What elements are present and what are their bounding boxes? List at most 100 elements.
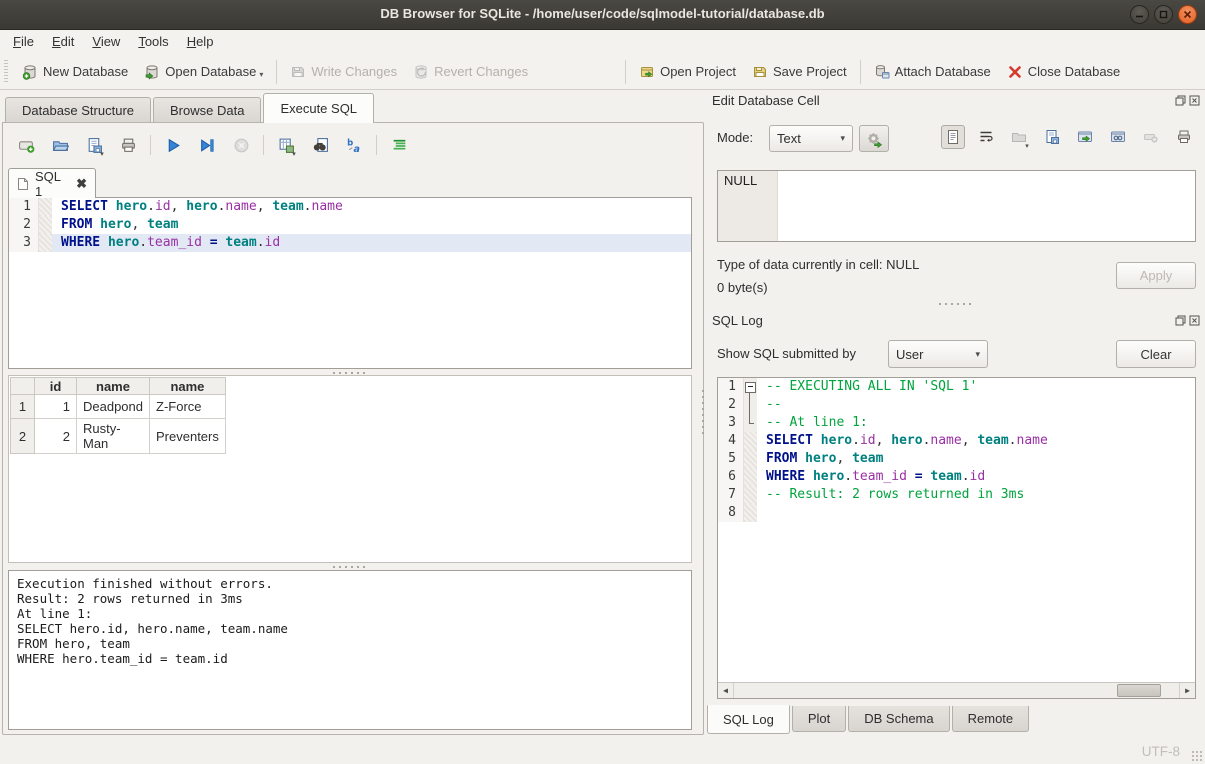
format-sql-button[interactable] xyxy=(387,133,411,157)
revert-changes-button[interactable]: Revert Changes xyxy=(405,59,536,85)
close-database-button[interactable]: Close Database xyxy=(999,59,1129,85)
code-line[interactable]: 3WHERE hero.team_id = team.id xyxy=(9,234,691,252)
horizontal-scrollbar[interactable]: ◀ ▶ xyxy=(718,682,1195,698)
menu-view[interactable]: View xyxy=(83,30,129,54)
menu-help[interactable]: Help xyxy=(178,30,223,54)
vertical-splitter[interactable] xyxy=(699,90,707,740)
line-number: 5 xyxy=(718,450,744,468)
link-button[interactable] xyxy=(1106,125,1130,149)
new-tab-button[interactable] xyxy=(14,133,38,157)
open-sql-file-button[interactable] xyxy=(48,133,72,157)
code-line[interactable]: 8 xyxy=(718,504,1195,522)
execute-line-button[interactable] xyxy=(195,133,219,157)
sql-editor-tab[interactable]: SQL 1 ✖ xyxy=(8,168,96,198)
clear-log-button[interactable]: Clear xyxy=(1116,340,1196,368)
scroll-left-icon[interactable]: ◀ xyxy=(718,683,734,698)
close-tab-icon[interactable]: ✖ xyxy=(76,176,87,192)
code-line[interactable]: 1SELECT hero.id, hero.name, team.name xyxy=(9,198,691,216)
set-null-button[interactable] xyxy=(1139,125,1163,149)
corner-header[interactable] xyxy=(11,378,35,395)
execution-message-area[interactable]: Execution finished without errors. Resul… xyxy=(8,570,692,730)
tab-database-structure[interactable]: Database Structure xyxy=(5,97,151,123)
close-button[interactable] xyxy=(1178,5,1197,24)
sql-log-editor[interactable]: 1-- EXECUTING ALL IN 'SQL 1'2--3-- At li… xyxy=(717,377,1196,699)
log-filter-select[interactable]: User▾ xyxy=(888,340,988,368)
tab-execute-sql[interactable]: Execute SQL xyxy=(263,93,374,123)
code-line[interactable]: 4SELECT hero.id, hero.name, team.name xyxy=(718,432,1195,450)
sql-editor[interactable]: 1SELECT hero.id, hero.name, team.name2FR… xyxy=(8,197,692,369)
horizontal-splitter[interactable] xyxy=(707,300,1205,307)
tab-db-schema[interactable]: DB Schema xyxy=(848,706,949,732)
open-database-button[interactable]: Open Database ▾ xyxy=(136,59,271,85)
fold-toggle-icon[interactable] xyxy=(744,378,757,396)
line-number: 2 xyxy=(9,216,39,234)
code-line[interactable]: 1-- EXECUTING ALL IN 'SQL 1' xyxy=(718,378,1195,396)
table-cell[interactable]: Rusty-Man xyxy=(77,419,150,454)
stop-button[interactable] xyxy=(229,133,253,157)
tab-plot[interactable]: Plot xyxy=(792,706,846,732)
fold-margin xyxy=(744,432,757,450)
tab-browse-data[interactable]: Browse Data xyxy=(153,97,261,123)
mode-select[interactable]: Text▾ xyxy=(769,125,853,152)
export-csv-button[interactable]: ▾ xyxy=(274,133,298,157)
cell-value-editor[interactable]: NULL xyxy=(717,170,1196,242)
table-cell[interactable]: Z-Force xyxy=(150,395,226,419)
open-project-button[interactable]: Open Project xyxy=(631,59,744,85)
apply-mode-button[interactable] xyxy=(859,125,889,152)
maximize-button[interactable] xyxy=(1154,5,1173,24)
code-line[interactable]: 5FROM hero, team xyxy=(718,450,1195,468)
column-header[interactable]: name xyxy=(77,378,150,395)
float-panel-icon[interactable] xyxy=(1175,315,1186,326)
save-sql-file-button[interactable]: ▾ xyxy=(82,133,106,157)
attach-database-button[interactable]: Attach Database xyxy=(866,59,999,85)
scroll-right-icon[interactable]: ▶ xyxy=(1179,683,1195,698)
word-wrap-button[interactable] xyxy=(974,125,998,149)
database-open-icon xyxy=(144,64,160,80)
scrollbar-track[interactable] xyxy=(734,683,1179,698)
code-line[interactable]: 6WHERE hero.team_id = team.id xyxy=(718,468,1195,486)
menu-file[interactable]: File xyxy=(4,30,43,54)
table-cell[interactable]: Deadpond xyxy=(77,395,150,419)
column-header[interactable]: id xyxy=(35,378,77,395)
row-header[interactable]: 2 xyxy=(11,419,35,454)
letters-ab-button[interactable]: ba xyxy=(342,133,366,157)
import-file-button[interactable]: ▾ xyxy=(1007,125,1031,149)
minimize-button[interactable] xyxy=(1130,5,1149,24)
close-panel-icon[interactable] xyxy=(1189,315,1200,326)
close-panel-icon[interactable] xyxy=(1189,95,1200,106)
apply-button[interactable]: Apply xyxy=(1116,262,1196,289)
code-line[interactable]: 7-- Result: 2 rows returned in 3ms xyxy=(718,486,1195,504)
save-project-button[interactable]: Save Project xyxy=(744,59,855,85)
write-changes-button[interactable]: Write Changes xyxy=(282,59,405,85)
code-line[interactable]: 2FROM hero, team xyxy=(9,216,691,234)
open-in-window-button[interactable] xyxy=(1073,125,1097,149)
database-attach-icon xyxy=(874,64,890,80)
print-button[interactable] xyxy=(116,133,140,157)
resize-grip-icon[interactable] xyxy=(1191,750,1202,761)
menu-tools[interactable]: Tools xyxy=(129,30,177,54)
scrollbar-thumb[interactable] xyxy=(1117,684,1161,697)
table-cell[interactable]: 2 xyxy=(35,419,77,454)
horizontal-splitter[interactable] xyxy=(8,563,692,570)
open-database-dropdown-caret[interactable]: ▾ xyxy=(259,70,263,79)
row-header[interactable]: 1 xyxy=(11,395,35,419)
code-line[interactable]: 2-- xyxy=(718,396,1195,414)
titlebar[interactable]: DB Browser for SQLite - /home/user/code/… xyxy=(0,0,1205,30)
table-cell[interactable]: 1 xyxy=(35,395,77,419)
tab-remote[interactable]: Remote xyxy=(952,706,1030,732)
code-line[interactable]: 3-- At line 1: xyxy=(718,414,1195,432)
execute-all-button[interactable] xyxy=(161,133,185,157)
new-database-button[interactable]: New Database xyxy=(14,59,136,85)
fold-margin xyxy=(39,216,52,234)
table-cell[interactable]: Preventers xyxy=(150,419,226,454)
mode-label: Mode: xyxy=(717,130,753,145)
toolbar-drag-handle[interactable] xyxy=(3,60,10,84)
export-file-button[interactable] xyxy=(1040,125,1064,149)
column-header[interactable]: name xyxy=(150,378,226,395)
find-button[interactable] xyxy=(308,133,332,157)
print-cell-button[interactable] xyxy=(1172,125,1196,149)
menu-edit[interactable]: Edit xyxy=(43,30,83,54)
tab-sql-log[interactable]: SQL Log xyxy=(707,705,790,734)
text-mode-button[interactable] xyxy=(941,125,965,149)
float-panel-icon[interactable] xyxy=(1175,95,1186,106)
